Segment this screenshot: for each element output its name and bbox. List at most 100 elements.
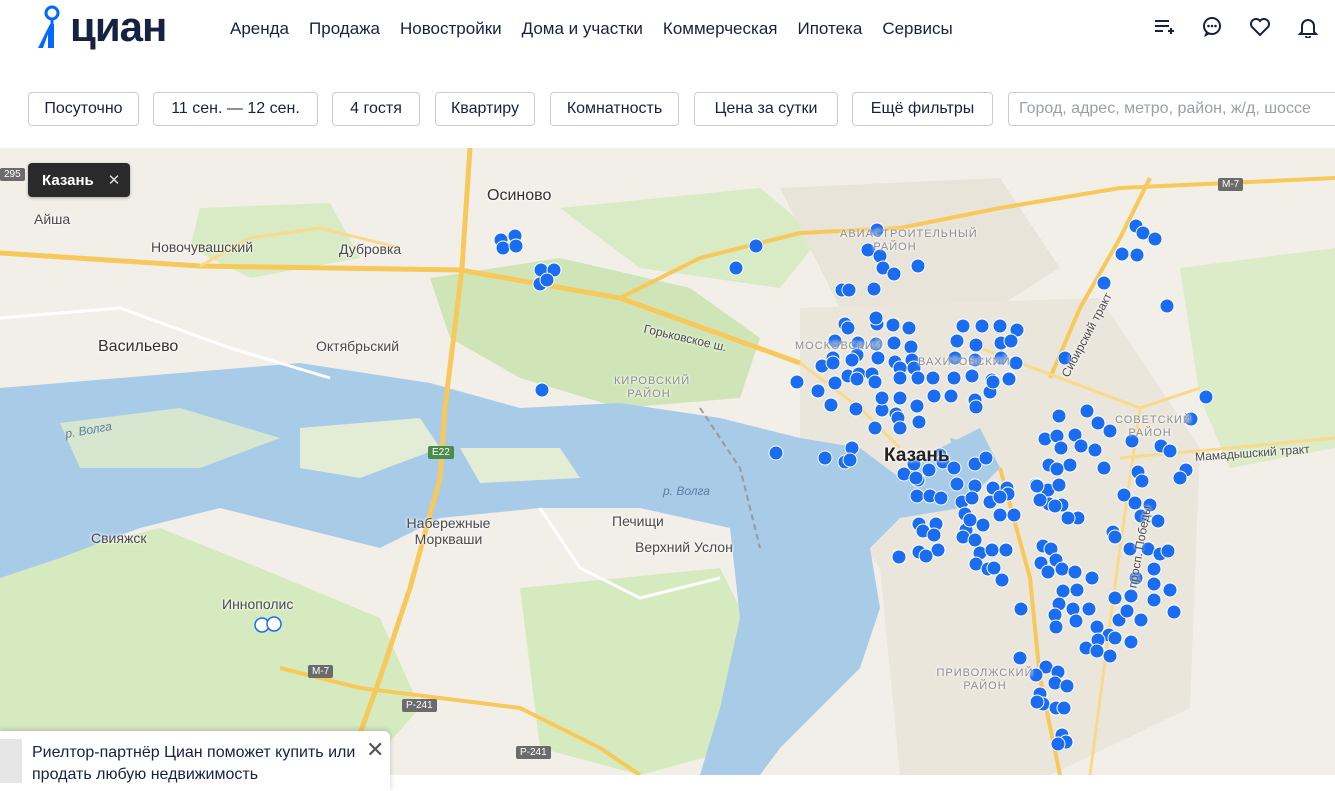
listing-marker[interactable] <box>1087 442 1103 458</box>
listing-marker[interactable] <box>909 488 925 504</box>
listing-marker[interactable] <box>926 388 942 404</box>
listing-marker[interactable] <box>998 542 1014 558</box>
listing-marker[interactable] <box>840 320 856 336</box>
listing-marker[interactable] <box>1081 601 1097 617</box>
listing-marker[interactable] <box>768 445 784 461</box>
listing-marker[interactable] <box>1060 510 1076 526</box>
listing-marker[interactable] <box>866 281 882 297</box>
rooms-filter[interactable]: Комнатность <box>550 92 679 126</box>
compare-list-icon[interactable] <box>1151 14 1177 40</box>
listing-marker[interactable] <box>1147 231 1163 247</box>
listing-marker[interactable] <box>974 318 990 334</box>
listing-marker[interactable] <box>1119 603 1135 619</box>
listing-marker[interactable] <box>933 490 949 506</box>
listing-marker[interactable] <box>962 512 978 528</box>
nav-mortgage[interactable]: Ипотека <box>787 18 872 40</box>
listing-marker[interactable] <box>892 370 908 386</box>
nav-new-buildings[interactable]: Новостройки <box>390 18 512 40</box>
listing-marker[interactable] <box>955 318 971 334</box>
listing-marker[interactable] <box>1160 543 1176 559</box>
listing-marker[interactable] <box>1056 700 1072 716</box>
listing-marker[interactable] <box>874 390 890 406</box>
selected-city-chip[interactable]: Казань ✕ <box>28 163 131 197</box>
listing-marker[interactable] <box>868 310 884 326</box>
listing-marker[interactable] <box>1172 470 1188 486</box>
nav-houses-plots[interactable]: Дома и участки <box>512 18 653 40</box>
listing-marker[interactable] <box>495 240 511 256</box>
listing-marker[interactable] <box>1040 564 1056 580</box>
listing-marker[interactable] <box>1123 634 1139 650</box>
nav-commercial[interactable]: Коммерческая <box>653 18 788 40</box>
listing-marker[interactable] <box>1006 507 1022 523</box>
listing-marker[interactable] <box>1048 619 1064 635</box>
listing-marker[interactable] <box>1096 275 1112 291</box>
listing-marker[interactable] <box>908 470 924 486</box>
listing-marker[interactable] <box>1107 529 1123 545</box>
listing-marker[interactable] <box>891 549 907 565</box>
listing-marker[interactable] <box>967 532 983 548</box>
listing-marker[interactable] <box>1032 492 1048 508</box>
nav-sale[interactable]: Продажа <box>299 18 390 40</box>
listing-marker[interactable] <box>949 476 965 492</box>
listing-marker[interactable] <box>1114 246 1130 262</box>
listing-marker[interactable] <box>911 414 927 430</box>
listing-marker[interactable] <box>949 333 965 349</box>
listing-marker[interactable] <box>842 452 858 468</box>
listing-marker[interactable] <box>1062 457 1078 473</box>
listing-marker[interactable] <box>1073 438 1089 454</box>
listing-marker[interactable] <box>892 390 908 406</box>
close-icon[interactable]: ✕ <box>108 171 121 189</box>
listing-marker[interactable] <box>1089 619 1105 635</box>
listing-marker[interactable] <box>985 374 1001 390</box>
listing-marker[interactable] <box>849 371 865 387</box>
close-icon[interactable]: ✕ <box>366 737 384 763</box>
listing-marker[interactable] <box>1067 564 1083 580</box>
listing-marker[interactable] <box>748 238 764 254</box>
listing-marker[interactable] <box>992 507 1008 523</box>
property-type-filter[interactable]: Квартиру <box>435 92 535 126</box>
listing-marker[interactable] <box>886 335 902 351</box>
listing-marker[interactable] <box>870 350 886 366</box>
listing-marker[interactable] <box>925 370 941 386</box>
listing-marker[interactable] <box>964 490 980 506</box>
notifications-bell-icon[interactable] <box>1295 14 1321 40</box>
listing-marker[interactable] <box>1166 604 1182 620</box>
listing-marker[interactable] <box>1134 473 1150 489</box>
listing-marker[interactable] <box>1146 561 1162 577</box>
nav-services[interactable]: Сервисы <box>872 18 962 40</box>
listing-marker[interactable] <box>1150 513 1166 529</box>
price-filter[interactable]: Цена за сутки <box>694 92 838 126</box>
listing-marker[interactable] <box>867 420 883 436</box>
listing-marker[interactable] <box>910 258 926 274</box>
listing-marker[interactable] <box>1050 736 1066 752</box>
listing-marker[interactable] <box>1029 694 1045 710</box>
listing-marker[interactable] <box>867 374 883 390</box>
listing-marker[interactable] <box>984 542 1000 558</box>
listing-marker[interactable] <box>1107 630 1123 646</box>
listing-marker[interactable] <box>817 450 833 466</box>
listing-marker[interactable] <box>1003 333 1019 349</box>
listing-marker[interactable] <box>1069 582 1085 598</box>
listing-marker[interactable] <box>1146 592 1162 608</box>
listing-marker[interactable] <box>810 383 826 399</box>
listing-marker[interactable] <box>1051 477 1067 493</box>
listing-marker[interactable] <box>1055 583 1071 599</box>
listing-marker[interactable] <box>1129 247 1145 263</box>
listing-marker[interactable] <box>943 388 959 404</box>
listing-marker[interactable] <box>789 374 805 390</box>
listing-marker[interactable] <box>1049 461 1065 477</box>
listing-marker[interactable] <box>968 337 984 353</box>
nav-rent[interactable]: Аренда <box>220 18 299 40</box>
listing-marker[interactable] <box>1107 590 1123 606</box>
listing-marker[interactable] <box>910 370 926 386</box>
listing-marker[interactable] <box>1123 588 1139 604</box>
listing-marker[interactable] <box>1096 460 1112 476</box>
listing-marker[interactable] <box>968 399 984 415</box>
listing-marker[interactable] <box>848 401 864 417</box>
listing-marker[interactable] <box>975 517 991 533</box>
location-search-input[interactable]: Город, адрес, метро, район, ж/д, шоссе <box>1008 92 1335 126</box>
listing-marker[interactable] <box>978 450 994 466</box>
listing-marker[interactable] <box>539 272 555 288</box>
listing-marker[interactable] <box>1146 576 1162 592</box>
guests-filter[interactable]: 4 гостя <box>332 92 420 126</box>
